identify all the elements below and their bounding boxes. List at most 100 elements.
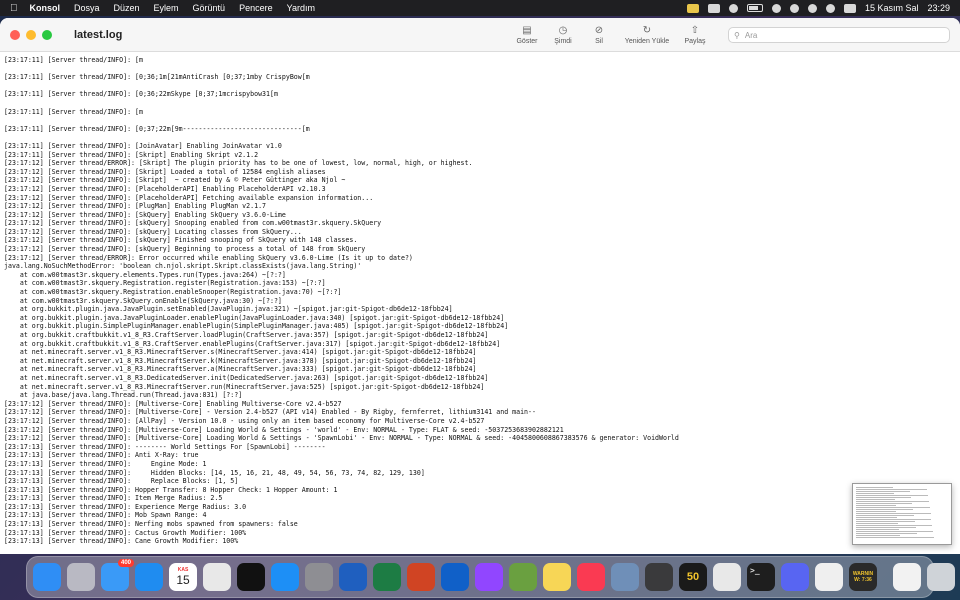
dock-minecraft-icon[interactable] bbox=[509, 563, 537, 591]
dock-launchpad-icon[interactable] bbox=[67, 563, 95, 591]
keyboard-icon[interactable] bbox=[707, 3, 720, 13]
menu-app-name[interactable]: Konsol bbox=[30, 3, 61, 13]
minimize-window-button[interactable] bbox=[26, 29, 36, 40]
upload-icon[interactable] bbox=[728, 3, 738, 13]
menu-file[interactable]: Dosya bbox=[74, 3, 100, 13]
dock-twitch-icon[interactable] bbox=[475, 563, 503, 591]
log-line: [23:17:13] [Server thread/INFO]: Mob Spa… bbox=[4, 511, 207, 520]
dock-trash-icon[interactable] bbox=[927, 563, 955, 591]
server-app-label: 50 bbox=[686, 571, 700, 583]
dock-finder-icon[interactable] bbox=[33, 563, 61, 591]
reload-icon: ↻ bbox=[642, 25, 652, 36]
dock-system-settings-icon[interactable] bbox=[305, 563, 333, 591]
menu-action[interactable]: Eylem bbox=[154, 3, 179, 13]
log-line: [23:17:12] [Server thread/INFO]: [skQuer… bbox=[4, 245, 366, 254]
dock-java-icon[interactable] bbox=[713, 563, 741, 591]
log-line: at org.bukkit.plugin.java.JavaPluginLoad… bbox=[4, 313, 505, 322]
log-line: at org.bukkit.plugin.SimplePluginManager… bbox=[4, 322, 509, 331]
dock-chrome-icon[interactable] bbox=[203, 563, 231, 591]
dock-notes-icon[interactable] bbox=[543, 563, 571, 591]
dock-calculator-icon[interactable] bbox=[645, 563, 673, 591]
preview-line bbox=[856, 505, 896, 506]
dock-textedit-icon[interactable] bbox=[815, 563, 843, 591]
log-line: [23:17:11] [Server thread/INFO]: [m bbox=[4, 56, 143, 64]
preview-line bbox=[856, 527, 916, 528]
log-line: [23:17:12] [Server thread/INFO]: [Multiv… bbox=[4, 399, 342, 408]
bluetooth-icon[interactable] bbox=[789, 3, 799, 13]
screenshot-preview-thumbnail[interactable] bbox=[852, 483, 952, 545]
preview-line bbox=[856, 529, 900, 530]
show-button[interactable]: ▤ Göster bbox=[514, 24, 540, 45]
log-line: [23:17:11] [Server thread/INFO]: [JoinAv… bbox=[4, 141, 282, 150]
preview-line bbox=[856, 499, 895, 500]
preview-line bbox=[856, 507, 930, 508]
log-line: [23:17:12] [Server thread/INFO]: [skQuer… bbox=[4, 227, 302, 236]
console-window: latest.log ▤ Göster ◷ Şimdi ⊘ Sil ↻ Yeni… bbox=[0, 18, 960, 554]
log-line: [23:17:12] [Server thread/INFO]: [PlugMa… bbox=[4, 202, 267, 211]
preview-line bbox=[856, 493, 894, 494]
dock-calendar-icon[interactable]: KAS 15 bbox=[169, 563, 197, 591]
log-line: [23:17:12] [Server thread/INFO]: [skQuer… bbox=[4, 236, 358, 245]
clear-button[interactable]: ⊘ Sil bbox=[586, 24, 612, 45]
log-line: at com.w00tmast3r.skquery.SkQuery.onEnab… bbox=[4, 296, 282, 305]
control-center-icon[interactable] bbox=[843, 3, 856, 13]
log-line: at org.bukkit.craftbukkit.v1_8_R3.CraftS… bbox=[4, 331, 489, 339]
search-field[interactable]: ⚲ Ara bbox=[728, 27, 950, 43]
apple-menu-icon[interactable]:  bbox=[10, 3, 18, 14]
preview-line bbox=[856, 513, 931, 514]
log-line: [23:17:13] [Server thread/INFO]: Hopper … bbox=[4, 485, 338, 494]
log-line: at net.minecraft.server.v1_8_R3.Minecraf… bbox=[4, 348, 477, 357]
dock-mail-icon[interactable]: 400 bbox=[101, 559, 134, 591]
dock-terminal-icon[interactable]: >_ bbox=[747, 563, 775, 591]
preview-line bbox=[856, 525, 933, 526]
dock-outlook-icon[interactable] bbox=[441, 563, 469, 591]
log-line: [23:17:12] [Server thread/INFO]: [Skript… bbox=[4, 176, 346, 185]
dock-music-icon[interactable] bbox=[577, 563, 605, 591]
dock-discord-icon[interactable] bbox=[781, 563, 809, 591]
wifi-icon[interactable] bbox=[807, 3, 817, 13]
log-line: at com.w00tmast3r.skquery.Registration.e… bbox=[4, 288, 342, 297]
magnifier-icon: ⚲ bbox=[734, 30, 740, 40]
dock-excel-icon[interactable] bbox=[373, 563, 401, 591]
preview-line bbox=[856, 519, 932, 520]
dock-app-store-icon[interactable] bbox=[271, 563, 299, 591]
log-line: [23:17:11] [Server thread/INFO]: [0;36;1… bbox=[4, 73, 310, 82]
close-window-button[interactable] bbox=[10, 29, 20, 40]
log-line: at com.w00tmast3r.skquery.Registration.r… bbox=[4, 279, 326, 288]
dock-powerpoint-icon[interactable] bbox=[407, 563, 435, 591]
log-line: [23:17:12] [Server thread/ERROR]: Error … bbox=[4, 253, 413, 262]
log-line: [23:17:13] [Server thread/INFO]: Nerfing… bbox=[4, 520, 298, 529]
log-line: at org.bukkit.craftbukkit.v1_8_R3.CraftS… bbox=[4, 339, 501, 348]
now-button[interactable]: ◷ Şimdi bbox=[550, 24, 576, 45]
reload-button[interactable]: ↻ Yeniden Yükle bbox=[622, 24, 672, 45]
battery-icon[interactable] bbox=[746, 4, 763, 12]
preview-line bbox=[856, 515, 914, 516]
menubar-date[interactable]: 15 Kasım Sal bbox=[865, 3, 919, 13]
dock-preview-icon[interactable] bbox=[611, 563, 639, 591]
dock-document-icon[interactable] bbox=[893, 563, 921, 591]
search-placeholder: Ara bbox=[744, 30, 758, 40]
log-line: [23:17:11] [Server thread/INFO]: [0;37;2… bbox=[4, 124, 310, 133]
preview-line bbox=[856, 489, 927, 490]
search-icon[interactable] bbox=[825, 3, 835, 13]
dock-console-icon[interactable]: WARNIN W: 7:36 bbox=[849, 563, 877, 591]
dock: 400 KAS 15 50 >_ WARNIN W: 7:36 bbox=[26, 556, 955, 598]
window-title: latest.log bbox=[74, 28, 123, 41]
play-icon[interactable] bbox=[771, 3, 781, 13]
dock-server-app-icon[interactable]: 50 bbox=[679, 563, 707, 591]
menubar-time[interactable]: 23:29 bbox=[927, 3, 950, 13]
fullscreen-window-button[interactable] bbox=[42, 29, 52, 40]
dock-word-icon[interactable] bbox=[339, 563, 367, 591]
menu-view[interactable]: Görüntü bbox=[193, 3, 226, 13]
share-button[interactable]: ⇧ Paylaş bbox=[682, 24, 708, 45]
log-line: [23:17:13] [Server thread/INFO]: Experie… bbox=[4, 502, 247, 511]
menu-help[interactable]: Yardım bbox=[287, 3, 315, 13]
log-view[interactable]: [23:17:11] [Server thread/INFO]: [m [23:1… bbox=[0, 52, 960, 554]
menu-edit[interactable]: Düzen bbox=[114, 3, 140, 13]
server-status-icon[interactable] bbox=[686, 3, 699, 13]
console-label-bottom: W: 7:36 bbox=[854, 577, 872, 583]
dock-apple-tv-icon[interactable] bbox=[237, 563, 265, 591]
dock-safari-icon[interactable] bbox=[135, 563, 163, 591]
menu-window[interactable]: Pencere bbox=[239, 3, 273, 13]
